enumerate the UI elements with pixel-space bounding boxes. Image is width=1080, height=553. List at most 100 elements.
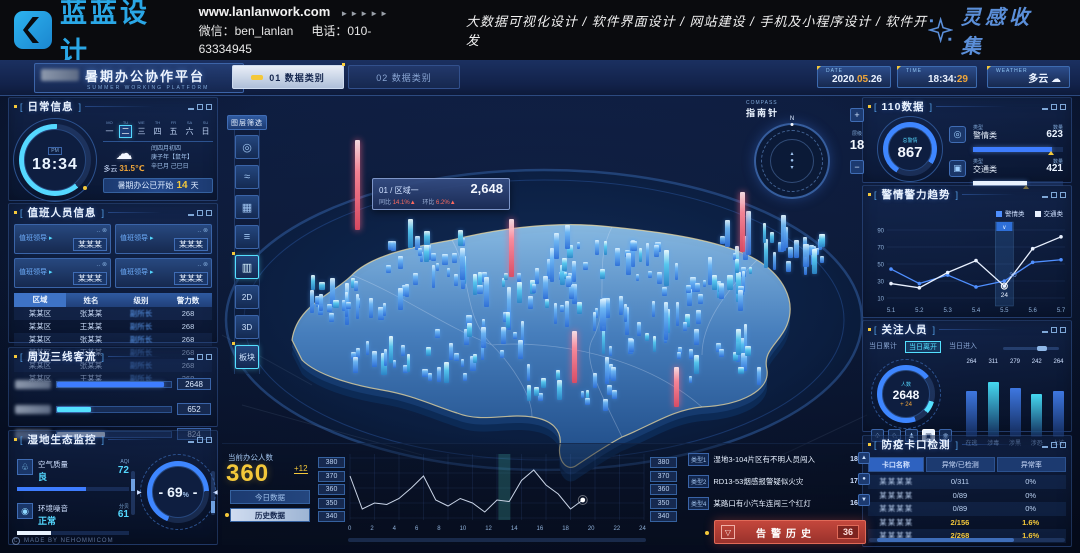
expand-icon[interactable] (206, 354, 212, 360)
minimize-icon[interactable] (188, 354, 194, 360)
svg-text:5.5: 5.5 (1000, 308, 1009, 314)
card-more-icon[interactable]: ‥ ⊗ (96, 227, 107, 234)
focus-bar: 264在逃 (963, 359, 980, 447)
expand-icon[interactable] (206, 210, 212, 216)
checkpoint-table-header: 卡口名称 异常/已检测 异常率 (868, 457, 1066, 472)
minimize-icon[interactable] (1042, 104, 1048, 110)
window-icon[interactable] (197, 210, 203, 216)
tab-data-category[interactable]: 02 数据类别 (348, 65, 460, 89)
caret-down-icon: ▾ (790, 165, 793, 172)
y-axis-label: 360 (318, 484, 345, 495)
legend-item[interactable]: 交通类 (1035, 208, 1064, 218)
weekday[interactable]: MO 一 (103, 120, 116, 138)
duty-leader-card[interactable]: 值班领导 ‥ ⊗ 某某某 (115, 224, 212, 254)
checkpoint-row: 某某某某0/890% (868, 489, 1066, 503)
minimize-icon[interactable] (1042, 192, 1048, 198)
expand-icon[interactable] (1060, 327, 1066, 333)
card-more-icon[interactable]: ‥ ⊗ (197, 227, 208, 234)
window-icon[interactable] (197, 104, 203, 110)
window-icon[interactable] (1051, 442, 1057, 448)
layer-button[interactable]: ◎ (235, 135, 259, 159)
trend-line-chart: 9070503010∨30245.15.25.35.45.55.65.7 (867, 216, 1069, 316)
window-icon[interactable] (1051, 327, 1057, 333)
focus-tab[interactable]: 当日累计 (869, 341, 897, 353)
compass-dial[interactable]: N ▴ ● ▾ (754, 123, 830, 199)
city-3d-map[interactable] (222, 155, 867, 485)
layer-button[interactable]: 板块 (235, 345, 259, 369)
history-data-button[interactable]: 历史数据 (230, 508, 310, 522)
alert-list: 类型1 湿地3-104片区有不明人员闯入 18:24 类型2 RD13-53烟感… (688, 452, 868, 548)
credit-note: CMADE BY NEHOMMICOM (12, 537, 114, 545)
svg-text:5.1: 5.1 (887, 308, 896, 314)
window-icon[interactable] (197, 437, 203, 443)
expand-icon[interactable] (1060, 442, 1066, 448)
minimize-icon[interactable] (1042, 327, 1048, 333)
gauge-slider-right[interactable] (211, 471, 215, 515)
expand-icon[interactable] (206, 104, 212, 110)
window-icon[interactable] (197, 354, 203, 360)
focus-tab[interactable]: 当日离开 (905, 341, 941, 353)
inspiration-collect[interactable]: 灵感收集 (928, 1, 1054, 59)
svg-text:5.4: 5.4 (972, 308, 981, 314)
alert-scroll-dot-button[interactable]: ● (858, 473, 870, 485)
focus-bar: 279涉黑 (1007, 359, 1024, 447)
svg-text:30: 30 (1009, 272, 1017, 279)
week-row: MO 一 TU 二 WE 三 TH 四 FR 五 SA 六 (103, 120, 213, 138)
duty-leader-card[interactable]: 值班领导 ‥ ⊗ 某某某 (14, 258, 111, 288)
duty-table-row: 某某区张某某 副所长268 (14, 307, 212, 320)
duty-leader-card[interactable]: 值班领导 ‥ ⊗ 某某某 (14, 224, 111, 254)
panel-110-data: [110数据] 总警情867 ◎ 类型警情类 数量623 ▣ 类型交通类 数量4… (862, 97, 1072, 183)
office-chart-scrollbar[interactable] (348, 538, 646, 542)
minimize-icon[interactable] (188, 210, 194, 216)
duty-leader-card[interactable]: 值班领导 ‥ ⊗ 某某某 (115, 258, 212, 288)
layer-button[interactable]: ≡ (235, 225, 259, 249)
expand-icon[interactable] (1060, 192, 1066, 198)
weekday[interactable]: TH 四 (151, 120, 164, 138)
alert-scroll-up-button[interactable]: ▲ (858, 452, 870, 464)
focus-chart-slider[interactable] (1003, 347, 1059, 350)
north-label: N (790, 116, 794, 122)
expand-icon[interactable] (206, 437, 212, 443)
weekday[interactable]: SU 日 (199, 120, 212, 138)
layer-button[interactable]: ▦ (235, 195, 259, 219)
weekday[interactable]: WE 三 (135, 120, 148, 138)
minimize-icon[interactable] (1042, 442, 1048, 448)
eco-metric-icon: ♧ (17, 459, 33, 475)
card-more-icon[interactable]: ‥ ⊗ (197, 261, 208, 268)
weekday[interactable]: TU 二 (119, 120, 132, 138)
data-category-tabs: 01 数据类别 02 数据类别 (232, 65, 460, 89)
layer-button[interactable]: ≈ (235, 165, 259, 189)
alarm-type-icon: ◎ (949, 126, 966, 143)
layer-button[interactable]: ▥ (235, 255, 259, 279)
alert-scroll-down-button[interactable]: ▼ (858, 494, 870, 506)
gauge-slider-left[interactable] (131, 471, 135, 515)
layer-button[interactable]: 2D (235, 285, 259, 309)
window-icon[interactable] (1051, 192, 1057, 198)
layer-button[interactable]: 3D (235, 315, 259, 339)
y-axis-label: 360 (650, 484, 677, 495)
tab-data-category[interactable]: 01 数据类别 (232, 65, 344, 89)
minimize-icon[interactable] (188, 437, 194, 443)
focus-tab[interactable]: 当日进入 (949, 341, 977, 353)
weekday[interactable]: SA 六 (183, 120, 196, 138)
arrow-right-icon[interactable]: ▶ (137, 489, 142, 496)
weekday[interactable]: FR 五 (167, 120, 180, 138)
card-more-icon[interactable]: ‥ ⊗ (96, 261, 107, 268)
expand-icon[interactable] (1060, 104, 1066, 110)
alert-history-button[interactable]: ▽ 告警历史 36 (714, 520, 866, 544)
legend-item[interactable]: 警情类 (996, 208, 1025, 218)
alert-row[interactable]: 类型4 某路口有小汽车连闯三个红灯 16:24 (688, 496, 868, 510)
minimize-icon[interactable] (188, 104, 194, 110)
alert-row[interactable]: 类型1 湿地3-104片区有不明人员闯入 18:24 (688, 452, 868, 466)
checkpoint-scrollbar[interactable] (869, 538, 1065, 542)
window-icon[interactable] (1051, 104, 1057, 110)
contact-block: www.lanlanwork.com►►►►► 微信：ben_lanlan电话：… (199, 2, 436, 58)
services-list: 大数据可视化设计 / 软件界面设计 / 网站建设 / 手机及小程序设计 / 软件… (466, 11, 928, 49)
zoom-in-button[interactable]: + (850, 108, 864, 122)
eco-metric: ♧ 空气质量 良 AQI 72 (17, 459, 129, 491)
today-data-button[interactable]: 今日数据 (230, 490, 310, 504)
dashboard: 暑期办公协作平台 SUMMER WORKING PLATFORM 01 数据类别… (0, 60, 1080, 553)
alert-row[interactable]: 类型2 RD13-53烟感报警疑似火灾 17:24 (688, 474, 868, 488)
website-link[interactable]: www.lanlanwork.com (199, 4, 331, 19)
zoom-out-button[interactable]: − (850, 160, 864, 174)
